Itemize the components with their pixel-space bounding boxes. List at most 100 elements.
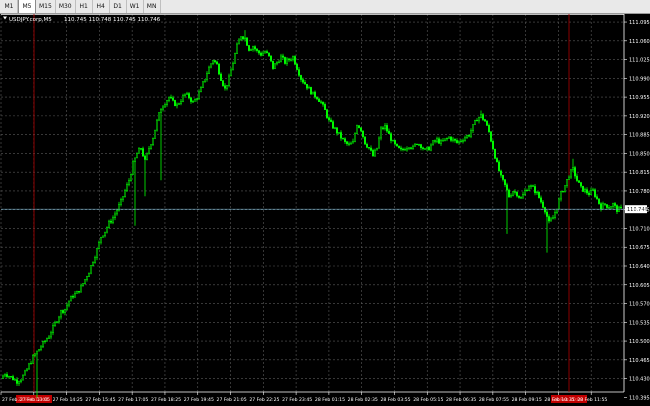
candle-body xyxy=(144,155,146,160)
candle-body xyxy=(202,81,204,88)
candle-body xyxy=(554,212,556,218)
candle-body xyxy=(456,140,458,143)
candle-body xyxy=(108,220,110,228)
candle-body xyxy=(228,75,230,86)
timeframe-tab-m1[interactable]: M1 xyxy=(1,0,18,13)
candle-body xyxy=(486,121,488,126)
candle-body xyxy=(366,143,368,148)
candle-body xyxy=(146,152,148,160)
candle-body xyxy=(400,147,402,150)
candle-body xyxy=(552,217,554,220)
candle-body xyxy=(402,148,404,151)
candle-body xyxy=(280,55,282,63)
candle-body xyxy=(330,119,332,122)
timeframe-toolbar: M1 M5 M15 M30 H1 H4 D1 W1 MN xyxy=(0,0,650,14)
candle-body xyxy=(112,217,114,223)
candle-body xyxy=(42,341,44,348)
candle-body xyxy=(80,285,82,293)
candle-body xyxy=(594,189,596,197)
timeframe-tab-mn[interactable]: MN xyxy=(144,0,161,13)
candle-body xyxy=(496,158,498,163)
candle-body xyxy=(110,220,112,223)
candle-body xyxy=(184,93,186,96)
price-tick-label: 110.675 xyxy=(629,245,650,251)
candle-body xyxy=(526,190,528,192)
candle-body xyxy=(414,143,416,147)
time-tick-label: 28 Feb 01:15 xyxy=(315,397,345,403)
candle-body xyxy=(98,241,100,250)
candle-body xyxy=(416,143,418,146)
candle-body xyxy=(578,180,580,183)
candle-body xyxy=(8,376,10,378)
candle-body xyxy=(420,144,422,149)
candle-body xyxy=(176,103,178,107)
timeframe-tab-m15[interactable]: M15 xyxy=(36,0,56,13)
candle-body xyxy=(30,362,32,365)
candle-body xyxy=(36,350,38,355)
time-tick-label: 27 Feb 18:25 xyxy=(151,397,181,403)
candle-body xyxy=(354,133,356,142)
timeframe-tab-w1[interactable]: W1 xyxy=(127,0,144,13)
candle-body xyxy=(450,136,452,141)
candle-body xyxy=(236,43,238,54)
candle-body xyxy=(338,132,340,134)
candle-body xyxy=(148,148,150,154)
candle-body xyxy=(490,131,492,142)
price-tick-label: 110.640 xyxy=(629,264,650,270)
time-tick-label: 28 Feb 06:35 xyxy=(446,397,476,403)
candle-body xyxy=(502,174,504,180)
candle-body xyxy=(348,143,350,145)
candle-body xyxy=(582,185,584,192)
candle-body xyxy=(2,375,4,379)
price-tick-label: 110.710 xyxy=(629,226,650,232)
timeframe-tab-h4[interactable]: H4 xyxy=(93,0,110,13)
candle-body xyxy=(214,60,216,63)
candle-body xyxy=(72,296,74,298)
candle-body xyxy=(188,93,190,99)
candle-body xyxy=(26,368,28,372)
candle-body xyxy=(614,203,616,206)
timeframe-tab-m5[interactable]: M5 xyxy=(18,0,36,13)
candle-body xyxy=(170,96,172,99)
candle-body xyxy=(558,198,560,210)
candle-body xyxy=(590,190,592,196)
candle-body xyxy=(94,257,96,263)
candle-body xyxy=(226,85,228,89)
candle-body xyxy=(572,167,574,171)
candle-body xyxy=(564,185,566,192)
candle-body xyxy=(462,140,464,142)
candle-body xyxy=(192,101,194,103)
candle-body xyxy=(116,209,118,215)
candle-body xyxy=(302,79,304,83)
candle-body xyxy=(208,66,210,74)
candle-body xyxy=(452,138,454,141)
candle-body xyxy=(40,346,42,350)
timeframe-tab-m30[interactable]: M30 xyxy=(56,0,76,13)
candle-body xyxy=(82,283,84,287)
timeframe-tab-d1[interactable]: D1 xyxy=(110,0,127,13)
time-tick-label: 27 Feb xyxy=(2,397,18,403)
candle-body xyxy=(38,349,40,352)
candle-body xyxy=(478,117,480,122)
candle-body xyxy=(66,304,68,310)
candle-body xyxy=(560,191,562,200)
candle-body xyxy=(222,80,224,86)
candle-body xyxy=(520,197,522,199)
candle-body xyxy=(262,52,264,56)
candle-body xyxy=(310,87,312,95)
candle-body xyxy=(616,205,618,212)
candle-body xyxy=(566,179,568,186)
timeframe-tab-h1[interactable]: H1 xyxy=(76,0,93,13)
candle-body xyxy=(522,194,524,199)
candle-body xyxy=(172,97,174,101)
candle-body xyxy=(96,248,98,258)
time-tick-label: 27 Feb 21:05 xyxy=(217,397,247,403)
candle-body xyxy=(492,141,494,150)
candle-body xyxy=(436,138,438,142)
candle-body xyxy=(76,290,78,294)
candle-body xyxy=(544,207,546,213)
candle-body xyxy=(432,140,434,146)
candle-body xyxy=(458,140,460,143)
candle-body xyxy=(318,98,320,103)
price-chart[interactable]: 27 Feb 12:00 28 Feb 10:00 110.746 111.095… xyxy=(0,14,650,406)
